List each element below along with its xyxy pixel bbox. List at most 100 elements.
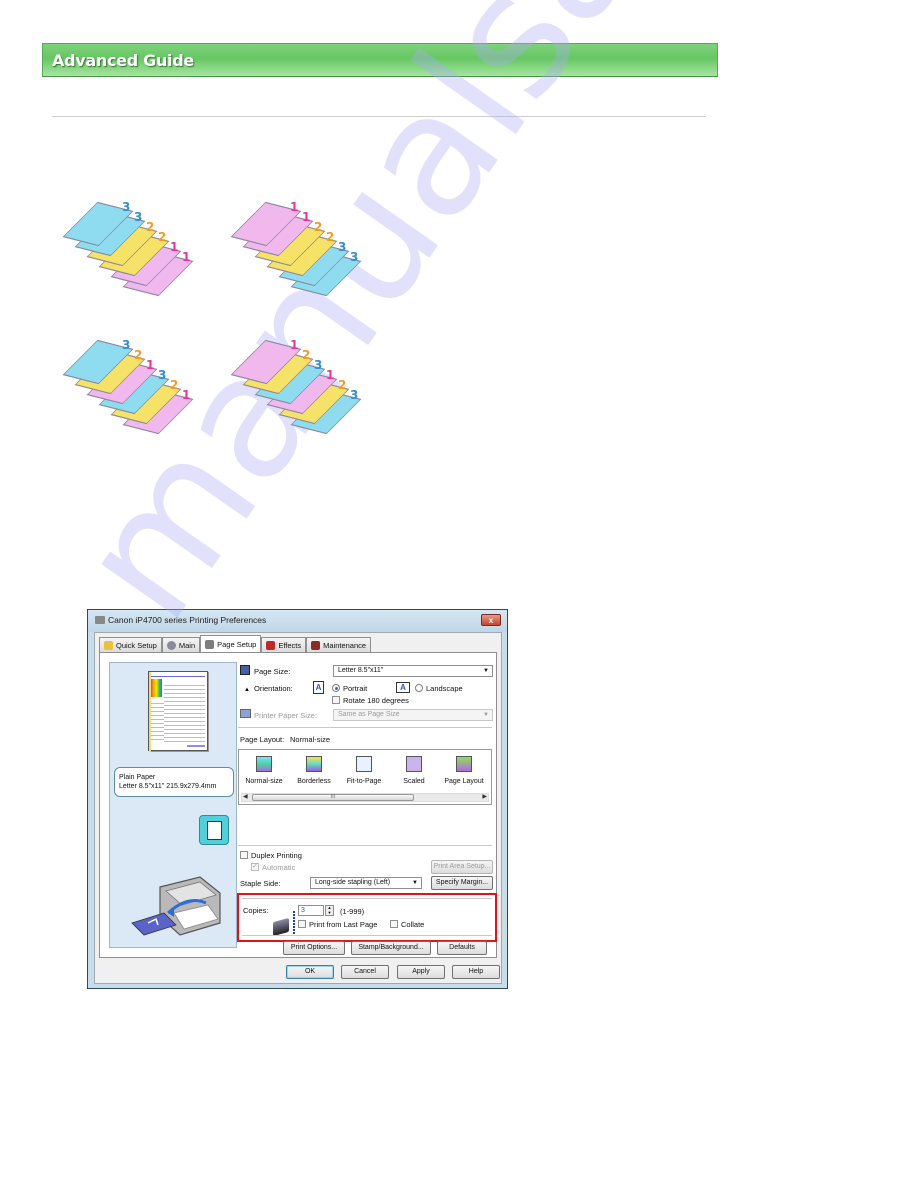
page-number-label: 2 — [170, 378, 179, 392]
illustration-normal-order-collate: 123123 — [228, 338, 368, 448]
layout-label: Scaled — [403, 778, 425, 785]
page-number-label: 1 — [290, 338, 299, 352]
automatic-checkbox[interactable]: ✓ — [251, 863, 259, 871]
layout-scaled[interactable]: Scaled — [389, 756, 439, 785]
page-layout-icon — [456, 756, 472, 772]
layout-page-layout[interactable]: Page Layout — [439, 756, 489, 785]
print-area-setup-button[interactable]: Print Area Setup... — [431, 860, 493, 874]
page-number-label: 3 — [350, 388, 359, 402]
orientation-preview-button[interactable] — [199, 815, 229, 845]
preview-pane: Plain Paper Letter 8.5"x11" 215.9x279.4m… — [109, 662, 237, 948]
print-options-button[interactable]: Print Options... — [283, 941, 345, 955]
illustration-reverse-order: 332211 — [60, 200, 200, 310]
page-number-label: 2 — [134, 348, 143, 362]
page-size-icon — [240, 665, 250, 675]
page-preview-thumbnail — [148, 671, 208, 752]
page-size-select[interactable]: Letter 8.5"x11" ▼ — [333, 665, 493, 677]
help-button[interactable]: Help — [452, 965, 500, 979]
chevron-down-icon: ▼ — [412, 880, 418, 886]
tab-label: Maintenance — [323, 640, 367, 650]
page-number-label: 3 — [122, 338, 131, 352]
illustration-normal-order: 112233 — [228, 200, 368, 310]
collate-checkbox[interactable] — [390, 920, 398, 928]
header-title: Advanced Guide — [52, 51, 194, 70]
tab-strip: Quick Setup Main Page Setup Effects Main… — [99, 635, 372, 652]
apply-button[interactable]: Apply — [397, 965, 445, 979]
page-number-label: 3 — [338, 240, 347, 254]
portrait-label[interactable]: Portrait — [343, 684, 367, 693]
page-number-label: 1 — [290, 200, 299, 214]
collate-label[interactable]: Collate — [401, 920, 424, 929]
layout-label: Page Layout — [444, 778, 484, 785]
paper-size-text: Letter 8.5"x11" 215.9x279.4mm — [119, 783, 217, 790]
printing-preferences-dialog: Canon iP4700 series Printing Preferences… — [87, 609, 508, 989]
specify-margin-button[interactable]: Specify Margin... — [431, 876, 493, 890]
landscape-radio[interactable] — [415, 684, 423, 692]
paper-type-text: Plain Paper — [119, 774, 156, 781]
page-number-label: 1 — [182, 388, 191, 402]
print-from-last-page-checkbox[interactable] — [298, 920, 306, 928]
layout-borderless[interactable]: Borderless — [289, 756, 339, 785]
duplex-printing-label[interactable]: Duplex Printing — [251, 851, 302, 860]
printer-paper-size-value: Same as Page Size — [338, 711, 400, 718]
separator — [242, 898, 492, 899]
separator — [242, 935, 492, 936]
borderless-icon — [306, 756, 322, 772]
tab-maintenance[interactable]: Maintenance — [306, 637, 372, 652]
scroll-right-icon[interactable]: ▶ — [482, 793, 487, 800]
landscape-label[interactable]: Landscape — [426, 684, 463, 693]
tab-effects[interactable]: Effects — [261, 637, 307, 652]
staple-side-select[interactable]: Long-side stapling (Left) ▼ — [310, 877, 422, 889]
duplex-printing-checkbox[interactable] — [240, 851, 248, 859]
bullet-icon: ▲ — [244, 687, 250, 693]
stamp-background-button[interactable]: Stamp/Background... — [351, 941, 431, 955]
portrait-radio[interactable] — [332, 684, 340, 692]
page-number-label: 2 — [314, 220, 323, 234]
close-button[interactable]: x — [481, 614, 501, 626]
page-number-label: 2 — [338, 378, 347, 392]
rotate-180-checkbox[interactable] — [332, 696, 340, 704]
illustration-reverse-order-collate: 321321 — [60, 338, 200, 448]
paper-info-label: Plain Paper Letter 8.5"x11" 215.9x279.4m… — [114, 767, 234, 797]
defaults-button[interactable]: Defaults — [437, 941, 487, 955]
cancel-button[interactable]: Cancel — [341, 965, 389, 979]
page-number-label: 3 — [350, 250, 359, 264]
page-number-label: 3 — [122, 200, 131, 214]
scrollbar-thumb[interactable]: III — [252, 794, 414, 801]
layout-fit-to-page[interactable]: Fit-to-Page — [339, 756, 389, 785]
tab-label: Main — [178, 640, 196, 650]
divider — [52, 116, 706, 117]
page-number-label: 1 — [170, 240, 179, 254]
page-number-label: 3 — [158, 368, 167, 382]
portrait-icon: A — [313, 681, 324, 694]
rotate-180-label[interactable]: Rotate 180 degrees — [343, 696, 409, 705]
printer-illustration — [131, 876, 221, 936]
landscape-icon: A — [396, 682, 410, 693]
tab-quick-setup[interactable]: Quick Setup — [99, 637, 162, 652]
layout-label: Borderless — [297, 778, 331, 785]
print-from-last-page-label[interactable]: Print from Last Page — [309, 920, 377, 929]
staple-side-label: Staple Side: — [240, 879, 281, 888]
copies-input[interactable]: 3 — [298, 905, 324, 916]
tab-page-setup[interactable]: Page Setup — [200, 635, 262, 652]
separator — [238, 727, 492, 728]
scroll-left-icon[interactable]: ◀ — [243, 793, 248, 800]
page-size-value: Letter 8.5"x11" — [338, 667, 384, 674]
main-icon — [166, 640, 176, 650]
printer-paper-size-select[interactable]: Same as Page Size ▼ — [333, 709, 493, 721]
tab-main[interactable]: Main — [161, 637, 201, 652]
copies-order-indicator — [293, 911, 295, 935]
staple-side-value: Long-side stapling (Left) — [315, 879, 391, 886]
layout-scrollbar[interactable]: ◀ III ▶ — [241, 793, 489, 802]
quick-setup-icon — [104, 640, 113, 650]
maintenance-icon — [311, 640, 321, 650]
copies-spinner[interactable]: ▲ ▼ — [325, 905, 334, 916]
page-setup-icon — [205, 639, 215, 649]
printer-paper-size-label: Printer Paper Size: — [254, 711, 317, 720]
layout-normal-size[interactable]: Normal-size — [239, 756, 289, 785]
automatic-label: Automatic — [262, 863, 296, 872]
ok-button[interactable]: OK — [286, 965, 334, 979]
printer-paper-size-icon — [240, 709, 251, 718]
chevron-down-icon: ▼ — [483, 668, 489, 674]
fit-to-page-icon — [356, 756, 372, 772]
